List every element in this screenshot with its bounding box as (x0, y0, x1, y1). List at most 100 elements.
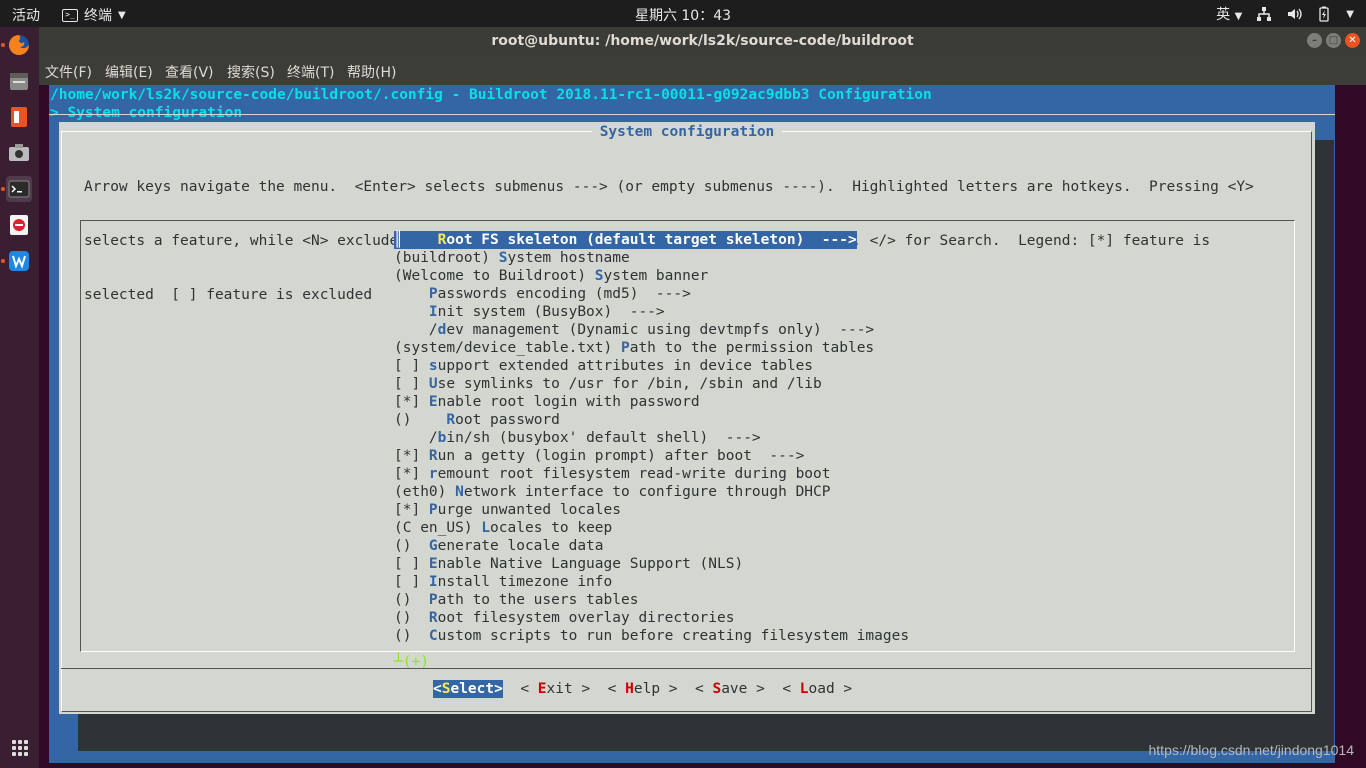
menu-item[interactable]: [*] remount root filesystem read-write d… (394, 465, 909, 483)
clock[interactable]: 星期六 10：43 (635, 8, 731, 24)
firefox-icon[interactable] (6, 32, 32, 58)
menu-item[interactable]: (eth0) Network interface to configure th… (394, 483, 909, 501)
menu-item[interactable]: [*] Enable root login with password (394, 393, 909, 411)
breadcrumb: > System configuration (50, 105, 243, 121)
menu-item-prefix: / (394, 322, 438, 338)
menu-item-hotkey: r (428, 466, 438, 482)
button-2[interactable]: < Help > (608, 680, 678, 698)
menu-item-hotkey: P (428, 502, 438, 518)
show-applications-icon[interactable] (12, 740, 28, 756)
minimize-button[interactable]: – (1307, 33, 1322, 48)
office-icon[interactable] (6, 104, 32, 130)
menu-item[interactable]: (buildroot) System hostname (394, 249, 909, 267)
chevron-down-icon: ▼ (118, 9, 126, 21)
menu-item[interactable]: [ ] Enable Native Language Support (NLS) (394, 555, 909, 573)
menu-item-label: nstall timezone info (437, 574, 613, 590)
battery-icon[interactable] (1316, 6, 1332, 22)
text-editor-icon[interactable] (6, 212, 32, 238)
button-1[interactable]: < Exit > (520, 680, 590, 698)
menu-items: ║ Root FS skeleton (default target skele… (394, 231, 909, 645)
menu-item[interactable]: (Welcome to Buildroot) System banner (394, 267, 909, 285)
menu-item[interactable]: [ ] support extended attributes in devic… (394, 357, 909, 375)
menu-item-label: nable root login with password (437, 394, 700, 410)
menu-item-label: urge unwanted locales (437, 502, 621, 518)
menu-terminal[interactable]: 终端(T) (287, 62, 334, 82)
button-hotkey: E (537, 681, 547, 697)
menu-item-prefix: () (394, 628, 429, 644)
network-icon[interactable] (1256, 6, 1272, 22)
volume-icon[interactable] (1286, 6, 1302, 22)
menu-item-label: oot FS skeleton (default target skeleton… (446, 232, 857, 248)
chevron-down-icon[interactable]: ▼ (1346, 9, 1354, 20)
menu-item[interactable]: [ ] Use symlinks to /usr for /bin, /sbin… (394, 375, 909, 393)
camera-icon[interactable] (6, 140, 32, 166)
files-icon[interactable] (6, 68, 32, 94)
menu-item-hotkey: R (428, 610, 438, 626)
menu-help[interactable]: 帮助(H) (347, 62, 396, 82)
app-menu[interactable]: >_ 终端 ▼ (62, 5, 126, 25)
menu-item[interactable]: [*] Run a getty (login prompt) after boo… (394, 447, 909, 465)
button-label: xit > (546, 681, 591, 697)
system-tray: 英 ▼ ▼ (1216, 4, 1354, 24)
menu-item[interactable]: () Root password (394, 411, 909, 429)
window-titlebar[interactable]: root@ubuntu: /home/work/ls2k/source-code… (39, 27, 1366, 55)
menu-item[interactable]: (C en_US) Locales to keep (394, 519, 909, 537)
menu-item-hotkey: P (428, 592, 438, 608)
menu-item[interactable]: Init system (BusyBox) ---> (394, 303, 909, 321)
menu-item-label: oot password (455, 412, 560, 428)
menu-item[interactable]: (system/device_table.txt) Path to the pe… (394, 339, 909, 357)
menu-item[interactable]: () Generate locale data (394, 537, 909, 555)
menu-search[interactable]: 搜索(S) (227, 62, 275, 82)
menu-item-label: emount root filesystem read-write during… (437, 466, 831, 482)
button-bracket: < (694, 681, 713, 697)
menu-item-prefix: [*] (394, 394, 429, 410)
menu-item-label: ustom scripts to run before creating fil… (437, 628, 910, 644)
menu-item[interactable]: Passwords encoding (md5) ---> (394, 285, 909, 303)
button-3[interactable]: < Save > (695, 680, 765, 698)
running-indicator (1, 43, 5, 47)
button-bracket: < (782, 681, 800, 697)
button-label: ave > (721, 681, 765, 697)
input-method-indicator[interactable]: 英 ▼ (1216, 4, 1242, 24)
activities-button[interactable]: 活动 (12, 5, 40, 25)
button-label: elect> (450, 681, 503, 697)
terminal-window: root@ubuntu: /home/work/ls2k/source-code… (39, 27, 1366, 768)
menu-file[interactable]: 文件(F) (45, 62, 92, 82)
button-bracket: < (433, 681, 442, 697)
menu-edit[interactable]: 编辑(E) (105, 62, 153, 82)
menu-item-hotkey: N (455, 484, 464, 500)
menu-item[interactable]: /bin/sh (busybox' default shell) ---> (394, 429, 909, 447)
menu-item[interactable]: () Path to the users tables (394, 591, 909, 609)
menu-item[interactable]: [ ] Install timezone info (394, 573, 909, 591)
button-4[interactable]: < Load > (782, 680, 852, 698)
menu-item[interactable]: () Custom scripts to run before creating… (394, 627, 909, 645)
wps-icon[interactable] (6, 248, 32, 274)
menu-item-label: nable Native Language Support (NLS) (437, 556, 744, 572)
close-button[interactable]: ✕ (1345, 33, 1360, 48)
terminal-content[interactable]: /home/work/ls2k/source-code/buildroot/.c… (49, 85, 1335, 763)
button-0[interactable]: <Select> (433, 680, 503, 698)
menu-item-prefix: [*] (394, 466, 429, 482)
menu-item-hotkey: S (594, 268, 604, 284)
menu-item-label: nit system (BusyBox) ---> (437, 304, 665, 320)
button-label: elp > (633, 681, 678, 697)
scrollbar-track[interactable] (1335, 85, 1366, 768)
button-bracket: < (607, 681, 626, 697)
menu-item-prefix: [ ] (394, 556, 429, 572)
menu-item[interactable]: [*] Purge unwanted locales (394, 501, 909, 519)
menu-item-prefix: / (394, 430, 438, 446)
menu-item[interactable]: /dev management (Dynamic using devtmpfs … (394, 321, 909, 339)
button-gap (678, 680, 695, 698)
button-hotkey: S (712, 681, 722, 697)
terminal-icon[interactable] (6, 176, 32, 202)
menu-item[interactable]: ║ Root FS skeleton (default target skele… (394, 231, 857, 249)
menu-item-prefix (394, 286, 429, 302)
menu-item-label: asswords encoding (md5) ---> (437, 286, 691, 302)
menu-item-hotkey: E (428, 556, 438, 572)
menu-item-prefix: (system/device_table.txt) (394, 340, 621, 356)
menu-list: ║ Root FS skeleton (default target skele… (80, 220, 1295, 670)
menu-item[interactable]: () Root filesystem overlay directories (394, 609, 909, 627)
menu-item-prefix: (C en_US) (394, 520, 482, 536)
maximize-button[interactable]: □ (1326, 33, 1341, 48)
menu-view[interactable]: 查看(V) (165, 62, 214, 82)
